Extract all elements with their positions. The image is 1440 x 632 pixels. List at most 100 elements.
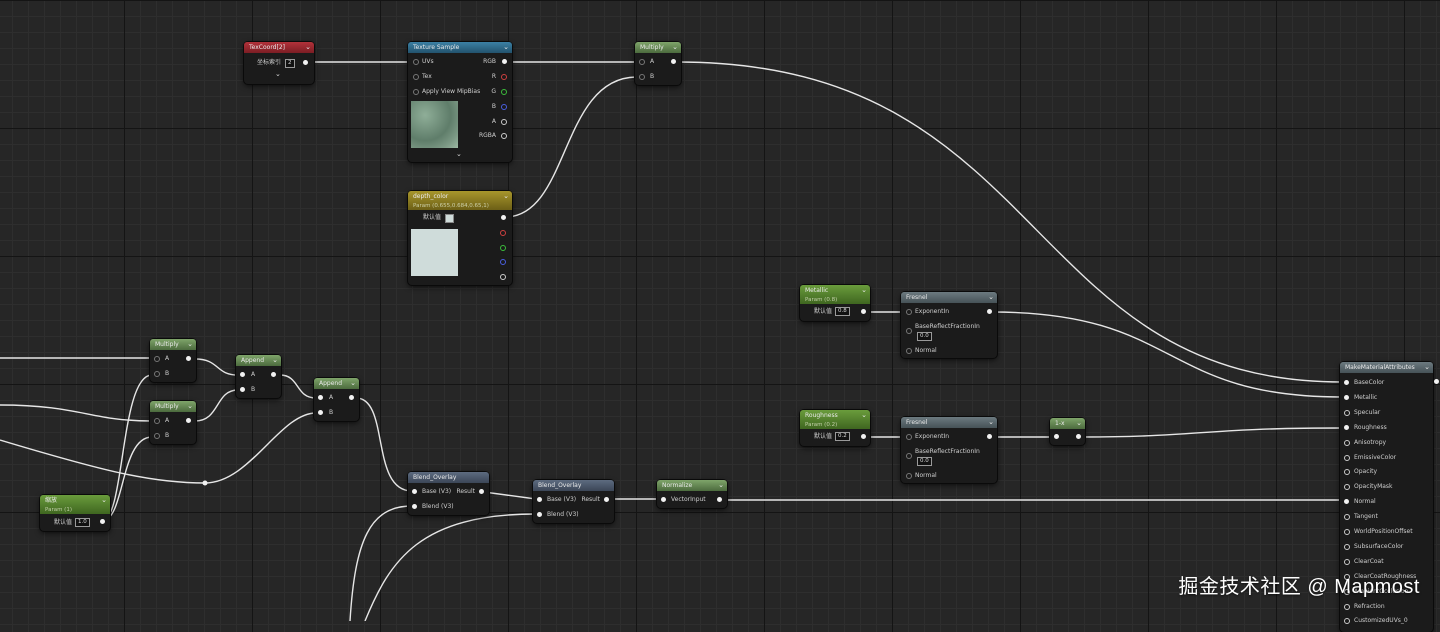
input-pin-icon[interactable] [413, 89, 419, 95]
scale-param-node[interactable]: 缩放 Param (1) ⌄ 默认值 1.0 [40, 495, 110, 531]
input-pin-icon[interactable] [412, 489, 417, 494]
input-pin-icon[interactable] [1344, 499, 1349, 505]
output-pin-icon[interactable] [501, 133, 507, 139]
output-pin-icon[interactable] [500, 274, 506, 280]
normalize-node[interactable]: Normalize ⌄ VectorInput [657, 480, 727, 508]
input-pin-icon[interactable] [1344, 439, 1350, 446]
input-pin-icon[interactable] [1344, 543, 1350, 550]
chevron-down-icon[interactable]: ⌄ [305, 42, 311, 53]
input-pin-icon[interactable] [413, 74, 419, 80]
chevron-down-icon[interactable]: ⌄ [187, 339, 193, 350]
input-pin-icon[interactable] [1344, 514, 1350, 521]
append-node[interactable]: Append ⌄ A B [236, 355, 281, 398]
output-pin-icon[interactable] [501, 89, 507, 95]
output-pin-icon[interactable] [861, 309, 866, 314]
chevron-down-icon[interactable]: ⌄ [988, 292, 994, 303]
input-pin-icon[interactable] [318, 395, 323, 400]
texcoord-index-input[interactable]: 2 [285, 59, 295, 68]
fresnel-node[interactable]: Fresnel ⌄ ExponentIn BaseReflectFractionI… [901, 417, 997, 483]
color-swatch[interactable] [445, 214, 454, 223]
output-pin-icon[interactable] [501, 74, 507, 80]
chevron-down-icon[interactable]: ⌄ [861, 410, 867, 421]
texture-sample-node[interactable]: Texture Sample ⌄ UVs Tex Apply View MipBi… [408, 42, 512, 162]
output-pin-icon[interactable] [987, 309, 992, 314]
default-value-input[interactable]: 0.8 [835, 307, 850, 316]
input-pin-icon[interactable] [1344, 529, 1350, 535]
output-pin-icon[interactable] [861, 434, 866, 439]
input-pin-icon[interactable] [1344, 558, 1350, 565]
output-pin-icon[interactable] [479, 489, 484, 494]
chevron-down-icon[interactable]: ⌄ [718, 480, 724, 491]
basereflect-value-input[interactable]: 0.0 [917, 457, 932, 466]
input-pin-icon[interactable] [906, 309, 912, 315]
fresnel-node[interactable]: Fresnel ⌄ ExponentIn BaseReflectFractionI… [901, 292, 997, 358]
output-pin-icon[interactable] [186, 356, 191, 361]
output-pin-icon[interactable] [186, 418, 191, 423]
input-pin-icon[interactable] [154, 418, 160, 424]
input-pin-icon[interactable] [1344, 424, 1349, 430]
output-pin-icon[interactable] [604, 497, 609, 502]
roughness-param-node[interactable]: Roughness Param (0.2) ⌄ 默认值 0.2 [800, 410, 870, 446]
output-pin-icon[interactable] [100, 519, 105, 524]
input-pin-icon[interactable] [1344, 618, 1350, 625]
default-value-input[interactable]: 1.0 [75, 518, 90, 527]
chevron-down-icon[interactable]: ⌄ [272, 355, 278, 366]
input-pin-icon[interactable] [906, 328, 912, 334]
output-pin-icon[interactable] [717, 497, 722, 502]
output-pin-icon[interactable] [987, 434, 992, 439]
chevron-down-icon[interactable]: ⌄ [861, 285, 867, 296]
output-pin-icon[interactable] [501, 119, 507, 125]
output-pin-icon[interactable] [349, 395, 354, 400]
output-pin-icon[interactable] [671, 59, 676, 64]
output-pin-icon[interactable] [500, 230, 506, 236]
input-pin-icon[interactable] [906, 434, 912, 440]
output-pin-icon[interactable] [500, 245, 506, 251]
input-pin-icon[interactable] [154, 433, 160, 439]
output-pin-icon[interactable] [501, 215, 506, 220]
input-pin-icon[interactable] [906, 473, 912, 479]
input-pin-icon[interactable] [537, 497, 542, 502]
chevron-down-icon[interactable]: ⌄ [503, 191, 509, 202]
default-value-input[interactable]: 0.2 [835, 432, 850, 441]
output-pin-icon[interactable] [271, 372, 276, 377]
input-pin-icon[interactable] [1344, 603, 1350, 610]
output-pin-icon[interactable] [1076, 434, 1081, 439]
input-pin-icon[interactable] [1344, 380, 1349, 385]
chevron-down-icon[interactable]: ⌄ [1424, 362, 1430, 373]
chevron-down-icon[interactable]: ⌄ [101, 495, 107, 506]
chevron-down-icon[interactable]: ⌄ [988, 417, 994, 428]
output-pin-icon[interactable] [501, 104, 507, 110]
chevron-down-icon[interactable]: ⌄ [187, 401, 193, 412]
input-pin-icon[interactable] [154, 371, 160, 377]
input-pin-icon[interactable] [639, 74, 645, 80]
input-pin-icon[interactable] [240, 372, 245, 377]
depth-color-node[interactable]: depth_color Param (0.655,0.684,0.65,1) ⌄ 默… [408, 191, 512, 285]
output-pin-icon[interactable] [1434, 379, 1439, 384]
expand-chevron-icon[interactable]: ⌄ [275, 70, 281, 78]
expand-chevron-icon[interactable]: ⌄ [456, 150, 462, 158]
output-pin-icon[interactable] [303, 60, 308, 65]
chevron-down-icon[interactable]: ⌄ [503, 42, 509, 53]
one-minus-node[interactable]: 1-x ⌄ [1050, 418, 1085, 445]
chevron-down-icon[interactable]: ⌄ [350, 378, 356, 389]
input-pin-icon[interactable] [639, 59, 645, 65]
input-pin-icon[interactable] [906, 348, 912, 354]
input-pin-icon[interactable] [906, 453, 912, 459]
input-pin-icon[interactable] [1344, 454, 1350, 461]
multiply-node[interactable]: Multiply ⌄ A B [150, 401, 196, 444]
input-pin-icon[interactable] [1344, 409, 1350, 416]
input-pin-icon[interactable] [154, 356, 160, 362]
input-pin-icon[interactable] [412, 504, 417, 509]
multiply-node[interactable]: Multiply ⌄ A B [150, 339, 196, 382]
metallic-param-node[interactable]: Metallic Param (0.8) ⌄ 默认值 0.8 [800, 285, 870, 321]
input-pin-icon[interactable] [661, 497, 666, 502]
multiply-node[interactable]: Multiply ⌄ A B [635, 42, 681, 85]
input-pin-icon[interactable] [537, 512, 542, 517]
blend-overlay-node[interactable]: Blend_Overlay Base (V3) Blend (V3) Resul… [408, 472, 489, 515]
blend-overlay-node[interactable]: Blend_Overlay Base (V3) Blend (V3) Resul… [533, 480, 614, 523]
chevron-down-icon[interactable]: ⌄ [672, 42, 678, 53]
append-node[interactable]: Append ⌄ A B [314, 378, 359, 421]
input-pin-icon[interactable] [1344, 469, 1350, 476]
output-pin-icon[interactable] [500, 259, 506, 265]
input-pin-icon[interactable] [240, 387, 245, 392]
